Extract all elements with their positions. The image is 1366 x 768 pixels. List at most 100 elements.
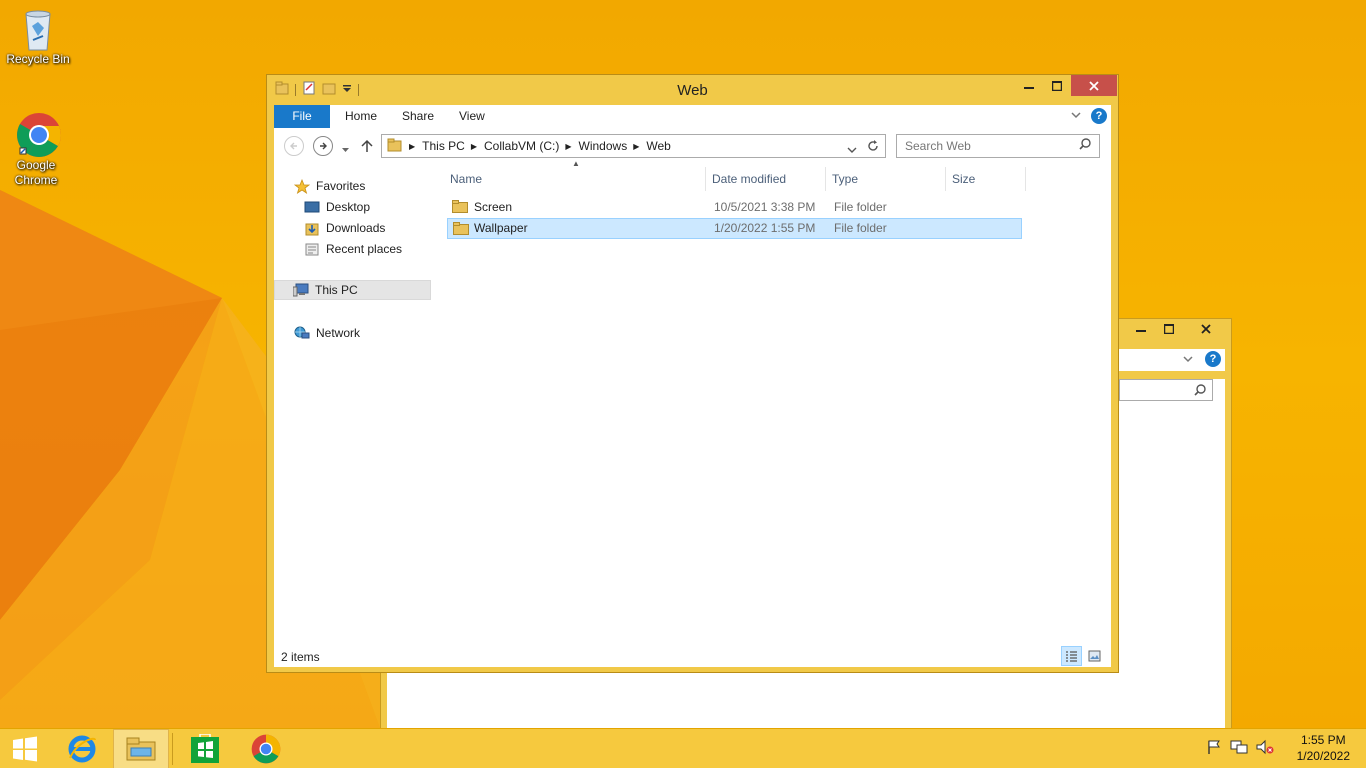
details-view-button[interactable]: [1061, 646, 1082, 666]
close-button[interactable]: [1071, 75, 1117, 96]
search-icon[interactable]: [1079, 138, 1091, 153]
desktop-icon-label: Recycle Bin: [6, 52, 70, 66]
tab-share[interactable]: Share: [390, 105, 446, 128]
network-status-icon[interactable]: [1230, 739, 1248, 758]
file-type: File folder: [834, 221, 887, 235]
address-history-chevron-icon[interactable]: [847, 143, 857, 157]
nav-item-label: Recent places: [326, 242, 403, 256]
minimize-button[interactable]: [1015, 75, 1043, 96]
action-center-flag-icon[interactable]: [1206, 739, 1222, 758]
maximize-button[interactable]: [1043, 75, 1071, 96]
status-bar: 2 items: [274, 646, 1111, 666]
taskbar-store[interactable]: [177, 729, 233, 768]
column-header-size[interactable]: Size: [946, 167, 1026, 191]
refresh-icon[interactable]: [867, 140, 879, 155]
desktop-icon-chrome[interactable]: Google Chrome: [0, 112, 72, 188]
nav-item-network[interactable]: Network: [294, 323, 360, 343]
computer-icon: [292, 283, 309, 297]
file-date: 10/5/2021 3:38 PM: [714, 200, 816, 214]
breadcrumb-separator-icon[interactable]: ▶: [633, 142, 639, 151]
taskbar-internet-explorer[interactable]: [54, 729, 110, 768]
forward-button[interactable]: [313, 136, 333, 156]
explorer-window[interactable]: Web File Home Share View ? ▶ This PC ▶ C…: [266, 74, 1119, 673]
background-search-field[interactable]: [1119, 379, 1213, 401]
file-name: Wallpaper: [474, 221, 528, 235]
clock-date: 1/20/2022: [1296, 749, 1350, 763]
nav-item-label: Favorites: [316, 179, 366, 193]
up-button[interactable]: [361, 139, 373, 156]
background-minimize-button[interactable]: [1127, 319, 1155, 339]
background-maximize-button[interactable]: [1155, 319, 1183, 339]
window-controls: [1015, 75, 1117, 96]
nav-item-favorites[interactable]: Favorites: [293, 176, 366, 196]
breadcrumb-windows[interactable]: Windows: [579, 139, 628, 153]
taskbar: 1:55 PM 1/20/2022: [0, 728, 1366, 768]
breadcrumb-this-pc[interactable]: This PC: [422, 139, 465, 153]
expand-ribbon-chevron-icon[interactable]: [1071, 112, 1081, 120]
window-title: Web: [677, 82, 708, 99]
search-icon: [1194, 384, 1206, 396]
nav-item-label: Desktop: [326, 200, 371, 214]
desktop-icon-recycle-bin[interactable]: Recycle Bin: [2, 6, 74, 66]
title-bar[interactable]: Web: [267, 75, 1118, 103]
desktop-icon-label: Google Chrome: [14, 158, 58, 187]
item-count: 2 items: [281, 650, 320, 664]
nav-item-downloads[interactable]: Downloads: [304, 218, 385, 238]
store-icon: [191, 734, 219, 763]
taskbar-file-explorer[interactable]: [113, 729, 169, 768]
nav-item-recent-places[interactable]: Recent places: [304, 239, 402, 259]
star-icon: [293, 178, 311, 194]
nav-item-this-pc[interactable]: This PC: [274, 280, 431, 300]
file-explorer-icon: [126, 737, 156, 761]
breadcrumb-separator-icon[interactable]: ▶: [409, 142, 415, 151]
chevron-down-icon[interactable]: [1183, 356, 1193, 364]
nav-item-label: Network: [316, 326, 361, 340]
file-row-wallpaper[interactable]: Wallpaper 1/20/2022 1:55 PM File folder: [447, 218, 1022, 239]
desktop-icon: [304, 200, 320, 214]
folder-icon: [452, 200, 468, 213]
search-placeholder: Search Web: [905, 139, 971, 153]
background-help-icon[interactable]: ?: [1205, 351, 1221, 367]
details-view-icon: [1066, 651, 1077, 662]
background-ribbon: ?: [1119, 349, 1225, 371]
navigation-row: ▶ This PC ▶ CollabVM (C:) ▶ Windows ▶ We…: [274, 133, 1111, 159]
large-icons-view-icon: [1088, 650, 1101, 662]
back-button[interactable]: [284, 136, 304, 156]
file-row-screen[interactable]: Screen 10/5/2021 3:38 PM File folder: [447, 197, 1022, 218]
recent-places-icon: [304, 242, 320, 256]
breadcrumb-drive[interactable]: CollabVM (C:): [484, 139, 559, 153]
breadcrumb-separator-icon[interactable]: ▶: [471, 142, 477, 151]
view-toggle-group: [1061, 646, 1105, 666]
column-header-date[interactable]: Date modified: [706, 167, 826, 191]
tab-home[interactable]: Home: [333, 105, 389, 128]
recycle-bin-icon: [18, 6, 58, 51]
system-tray: [1206, 739, 1274, 758]
address-bar[interactable]: ▶ This PC ▶ CollabVM (C:) ▶ Windows ▶ We…: [381, 134, 886, 158]
help-icon[interactable]: ?: [1091, 108, 1107, 124]
background-close-button[interactable]: [1183, 319, 1229, 339]
column-header-name[interactable]: Name: [444, 167, 706, 191]
navigation-pane: Favorites Desktop Downloads Recent place…: [274, 165, 432, 645]
chrome-icon: [16, 112, 61, 157]
recent-locations-chevron-icon[interactable]: [341, 142, 350, 156]
breadcrumb-separator-icon[interactable]: ▶: [565, 142, 571, 151]
breadcrumb-web[interactable]: Web: [646, 139, 670, 153]
nav-item-desktop[interactable]: Desktop: [304, 197, 370, 217]
chrome-icon: [251, 734, 281, 764]
taskbar-separator: [172, 733, 173, 765]
clock[interactable]: 1:55 PM 1/20/2022: [1297, 732, 1350, 764]
explorer-content: ▶ This PC ▶ CollabVM (C:) ▶ Windows ▶ We…: [274, 128, 1111, 667]
column-header-type[interactable]: Type: [826, 167, 946, 191]
search-input[interactable]: Search Web: [896, 134, 1100, 158]
background-window-controls: [1127, 319, 1229, 339]
network-icon: [294, 326, 310, 340]
folder-icon: [453, 222, 469, 235]
volume-muted-icon[interactable]: [1256, 739, 1274, 758]
tab-file[interactable]: File: [274, 105, 330, 128]
start-button[interactable]: [0, 729, 50, 768]
tab-view[interactable]: View: [447, 105, 497, 128]
large-icons-view-button[interactable]: [1084, 646, 1105, 666]
downloads-icon: [304, 221, 320, 236]
clock-time: 1:55 PM: [1300, 733, 1346, 747]
taskbar-chrome[interactable]: [238, 729, 294, 768]
